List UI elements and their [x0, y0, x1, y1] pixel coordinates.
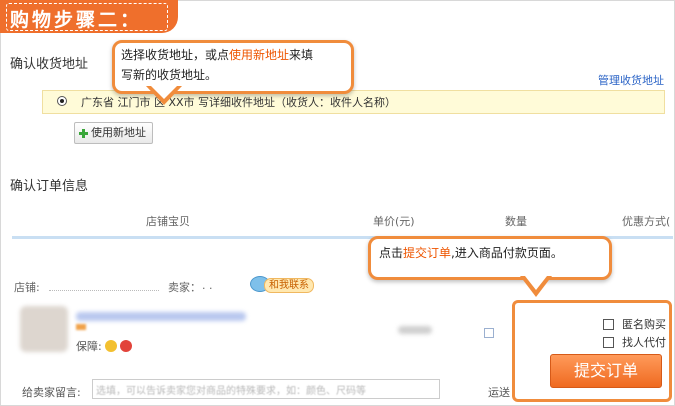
address-section-title: 确认收货地址	[10, 57, 89, 72]
address-text: 广东省 江门市 区 XX市 写详细收件地址（收货人：收件人名称）	[81, 96, 397, 109]
address-tip-highlight: 使用新地址	[229, 48, 290, 62]
submit-tip: 点击提交订单,进入商品付款页面。	[368, 236, 612, 280]
order-section-title: 确认订单信息	[10, 179, 89, 194]
seller-name-dots: . .	[202, 279, 213, 292]
anonymous-checkbox[interactable]	[603, 318, 614, 330]
address-tip-line2: 写新的收货地址。	[121, 68, 218, 82]
contact-seller-button[interactable]: 和我联系	[250, 274, 314, 294]
contact-seller-label: 和我联系	[264, 278, 314, 293]
submit-order-button[interactable]: 提交订单	[550, 354, 662, 388]
address-radio[interactable]	[57, 96, 67, 106]
address-tip-pointer	[146, 86, 182, 105]
anonymous-label: 匿名购买	[622, 318, 666, 331]
anonymous-option[interactable]: 匿名购买	[603, 316, 666, 332]
use-new-address-button[interactable]: 使用新地址	[74, 122, 153, 144]
submit-tip-highlight: 提交订单	[403, 246, 452, 260]
submit-tip-pointer	[520, 276, 552, 297]
item-badge-icon	[76, 324, 86, 330]
column-discount: 优惠方式(	[622, 215, 671, 228]
guarantee-icon	[104, 340, 117, 352]
proxy-pay-checkbox[interactable]	[603, 336, 614, 348]
store-row: 店铺: 卖家： . .	[14, 279, 213, 295]
quantity-control[interactable]	[484, 328, 494, 338]
step-banner: 购物步骤二：	[0, 0, 178, 33]
manage-address-link[interactable]: 管理收货地址	[598, 72, 664, 88]
column-price: 单价(元)	[373, 215, 415, 228]
shipping-label: 运送	[488, 386, 510, 399]
plus-icon	[79, 128, 88, 138]
item-title-link[interactable]	[76, 312, 246, 321]
return-icon	[119, 340, 132, 352]
store-label: 店铺:	[14, 281, 40, 294]
message-label: 给卖家留言:	[22, 386, 81, 399]
submit-tip-text-2: ,进入商品付款页面。	[451, 246, 563, 260]
item-price	[398, 326, 432, 334]
column-item: 店铺宝贝	[146, 215, 190, 228]
column-quantity: 数量	[505, 215, 527, 228]
guarantee-row: 保障:	[76, 338, 132, 354]
guarantee-label: 保障:	[76, 340, 102, 353]
seller-label: 卖家：	[168, 281, 201, 294]
submit-tip-text: 点击	[379, 246, 404, 260]
message-input[interactable]: 选填，可以告诉卖家您对商品的特殊要求，如：颜色、尺码等	[92, 379, 440, 399]
proxy-pay-option[interactable]: 找人代付	[603, 334, 666, 350]
address-tip-text: 选择收货地址，或点	[121, 48, 230, 62]
banner-title: 购物步骤二：	[10, 9, 143, 31]
message-placeholder: 选填，可以告诉卖家您对商品的特殊要求，如：颜色、尺码等	[96, 386, 366, 397]
use-new-address-label: 使用新地址	[91, 126, 146, 139]
address-tip-text-2: 来填	[289, 48, 314, 62]
proxy-pay-label: 找人代付	[622, 336, 666, 349]
item-thumbnail[interactable]	[20, 306, 68, 352]
